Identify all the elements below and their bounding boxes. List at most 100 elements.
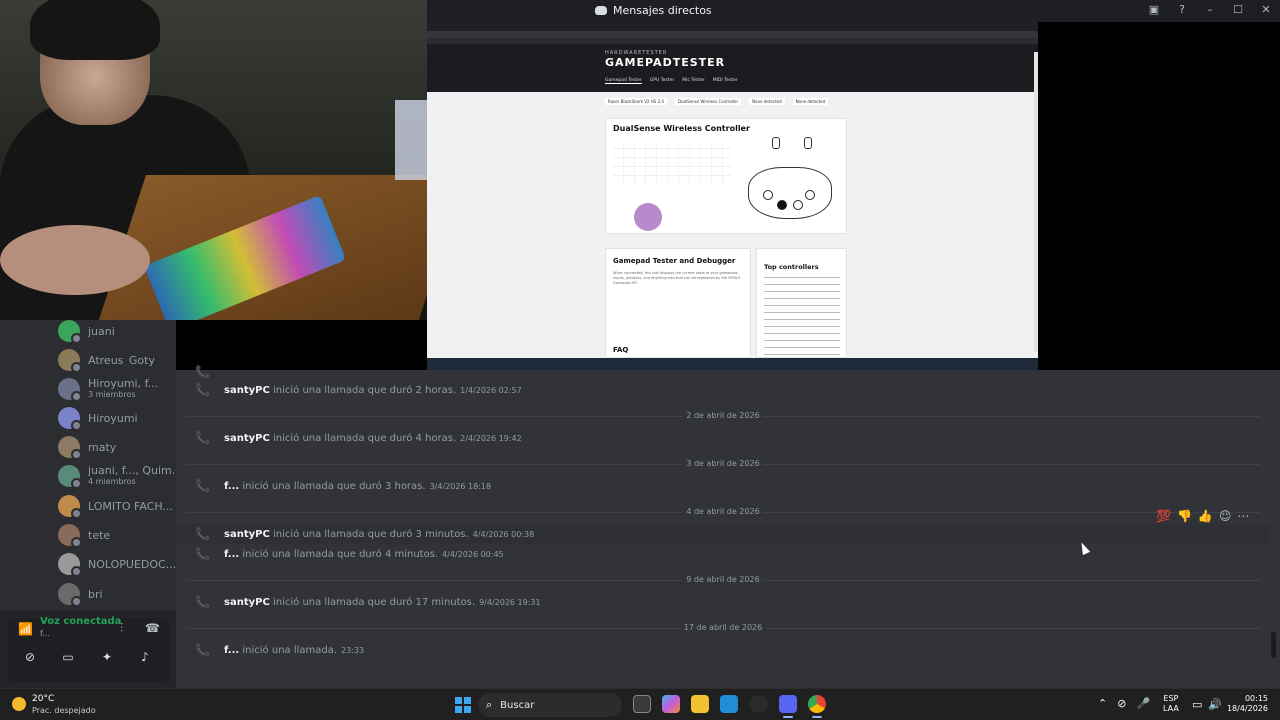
avatar bbox=[58, 553, 82, 577]
network-off-icon[interactable]: ⊘ bbox=[1117, 697, 1126, 710]
message-author[interactable]: f... bbox=[224, 481, 239, 492]
stream-letterbox bbox=[1038, 22, 1280, 370]
left-stick-icon bbox=[777, 200, 787, 210]
dm-item[interactable]: NOLOPUEDOC... bbox=[58, 553, 176, 577]
voice-panel: 📶 Voz conectada f... ⫶ ☎ ⊘ ▭ ✦ ♪ bbox=[0, 610, 176, 688]
dm-name: bri bbox=[88, 588, 103, 600]
close-button[interactable]: ✕ bbox=[1260, 3, 1272, 16]
discord-taskbar-icon[interactable] bbox=[779, 695, 797, 718]
message-row[interactable]: 📞 santyPC inició una llamada que duró 2 … bbox=[176, 380, 1270, 400]
message-row[interactable]: 📞 f... inició una llamada que duró 4 min… bbox=[176, 544, 1270, 564]
date-divider-label: 4 de abril de 2026 bbox=[682, 507, 764, 516]
copilot-icon[interactable] bbox=[662, 695, 680, 713]
dm-item[interactable]: tete bbox=[58, 524, 170, 548]
microphone-icon[interactable]: 🎤 bbox=[1136, 697, 1150, 710]
signal-icon[interactable]: 📶 bbox=[18, 622, 33, 636]
chrome-icon[interactable] bbox=[808, 695, 826, 718]
message-author[interactable]: santyPC bbox=[224, 597, 270, 608]
screen-share-stream[interactable]: HARDWARETESTER GAMEPADTESTER Gamepad Tes… bbox=[427, 22, 1038, 370]
taskbar-search[interactable]: ⌕ Buscar bbox=[478, 693, 622, 717]
dm-item[interactable]: LOMITO FACH... bbox=[58, 495, 173, 519]
message-timestamp: 4/4/2026 00:38 bbox=[472, 529, 535, 539]
message-author[interactable]: santyPC bbox=[224, 385, 270, 396]
avatar bbox=[58, 495, 82, 519]
call-icon: 📞 bbox=[195, 643, 210, 657]
activities-button[interactable]: ✦ bbox=[96, 646, 118, 668]
date-divider-label: 17 de abril de 2026 bbox=[679, 623, 767, 632]
weather-desc: Prac. despejado bbox=[32, 706, 96, 715]
avatar bbox=[58, 349, 82, 373]
chevron-up-icon[interactable]: ⌃ bbox=[1098, 697, 1107, 710]
clock-date: 18/4/2026 bbox=[1226, 704, 1268, 713]
language-indicator[interactable]: ESP LAA bbox=[1163, 694, 1179, 714]
right-trigger-icon bbox=[804, 137, 812, 149]
controller-tabs: Razer BlackShark V2 HS 2.4 DualSense Wir… bbox=[605, 98, 829, 105]
display-icon[interactable]: ▭ bbox=[1192, 698, 1202, 711]
voice-status[interactable]: Voz conectada bbox=[40, 616, 121, 627]
maximize-button[interactable]: ☐ bbox=[1232, 3, 1244, 16]
steam-icon[interactable] bbox=[750, 695, 768, 713]
search-label: Buscar bbox=[500, 699, 535, 711]
weather-widget[interactable]: 20°C Prac. despejado bbox=[12, 694, 96, 716]
minimize-button[interactable]: – bbox=[1204, 3, 1216, 16]
controller-tab: Razer BlackShark V2 HS 2.4 bbox=[605, 98, 667, 105]
dm-name: tete bbox=[88, 529, 111, 541]
message-text: inició una llamada que duró 2 horas. bbox=[272, 384, 457, 396]
chat-scrollbar[interactable] bbox=[1271, 632, 1276, 658]
webcam-feed bbox=[0, 0, 427, 320]
message-timestamp: 4/4/2026 00:45 bbox=[442, 549, 504, 559]
window-title-text: Mensajes directos bbox=[613, 4, 712, 17]
thumbs-up-icon[interactable]: 👍 bbox=[1198, 509, 1213, 523]
more-options-icon[interactable]: ⋯ bbox=[1237, 509, 1249, 523]
message-row[interactable]: 📞 f... inició una llamada. 23:33 bbox=[176, 640, 1270, 660]
help-icon[interactable]: ? bbox=[1176, 3, 1188, 16]
message-author[interactable]: santyPC bbox=[224, 529, 270, 540]
dm-item[interactable]: juani bbox=[58, 320, 170, 344]
clock-time: 00:15 bbox=[1244, 694, 1268, 703]
message-row[interactable]: 📞 f... inició una llamada que duró 3 hor… bbox=[176, 476, 1270, 496]
avatar bbox=[58, 524, 82, 548]
date-divider: 4 de abril de 2026 bbox=[186, 507, 1260, 516]
volume-icon[interactable]: 🔊 bbox=[1208, 698, 1222, 711]
message-row[interactable]: 📞 santyPC inició una llamada que duró 4 … bbox=[176, 428, 1270, 448]
dm-item[interactable]: Hiroyumi bbox=[58, 407, 170, 431]
camera-off-button[interactable]: ⊘ bbox=[19, 646, 41, 668]
avatar bbox=[58, 378, 82, 402]
weather-temp: 20°C bbox=[32, 694, 55, 704]
inbox-icon[interactable]: ▣ bbox=[1148, 3, 1160, 16]
webcam-hand bbox=[0, 225, 150, 295]
noise-suppression-icon[interactable]: ⫶ bbox=[120, 621, 123, 636]
reaction-100-icon[interactable]: 💯 bbox=[1156, 509, 1171, 523]
dm-item[interactable]: bri bbox=[58, 583, 170, 607]
dm-item[interactable]: maty bbox=[58, 436, 170, 460]
date-divider: 3 de abril de 2026 bbox=[186, 459, 1260, 468]
message-row[interactable]: 📞 santyPC inició una llamada que duró 17… bbox=[176, 592, 1270, 612]
clock[interactable]: 00:15 18/4/2026 bbox=[1226, 694, 1268, 714]
message-author[interactable]: santyPC bbox=[224, 433, 270, 444]
start-button[interactable] bbox=[455, 697, 471, 713]
avatar bbox=[58, 320, 82, 344]
call-icon: 📞 bbox=[195, 547, 210, 561]
browser-tab-strip bbox=[427, 22, 1038, 31]
disconnect-icon[interactable]: ☎ bbox=[145, 621, 160, 635]
thumbs-down-icon[interactable]: 👎 bbox=[1177, 509, 1192, 523]
site-nav-item: Gamepad Tester bbox=[605, 78, 642, 84]
message-row[interactable]: 📞 santyPC inició una llamada que duró 3 … bbox=[176, 524, 1270, 544]
controller-card: DualSense Wireless Controller bbox=[605, 118, 847, 234]
file-explorer-icon[interactable] bbox=[691, 695, 709, 713]
soundboard-button[interactable]: ♪ bbox=[134, 646, 156, 668]
dm-item[interactable]: Hiroyumi, f... 3 miembros bbox=[58, 378, 170, 402]
face-buttons-icon bbox=[805, 190, 815, 200]
app-icon[interactable] bbox=[720, 695, 738, 713]
add-reaction-icon[interactable]: ☺ bbox=[1219, 509, 1232, 523]
date-divider-label: 2 de abril de 2026 bbox=[682, 411, 764, 420]
axes-grid bbox=[613, 144, 731, 184]
message-row[interactable]: 📞 bbox=[176, 362, 1270, 382]
dm-item[interactable]: juani, f..., Quim... 4 miembros bbox=[58, 465, 182, 489]
info-body: When connected, this tool displays the c… bbox=[613, 271, 741, 285]
share-screen-button[interactable]: ▭ bbox=[57, 646, 79, 668]
message-author[interactable]: f... bbox=[224, 645, 239, 656]
dm-item[interactable]: Atreus_Goty bbox=[58, 349, 170, 373]
task-view-icon[interactable] bbox=[633, 695, 651, 713]
message-author[interactable]: f... bbox=[224, 549, 239, 560]
